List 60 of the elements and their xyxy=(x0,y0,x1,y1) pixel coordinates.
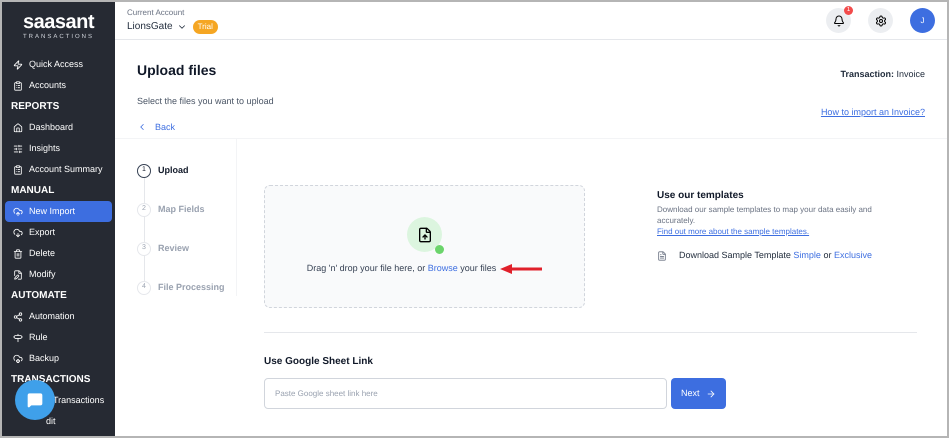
sidebar-item[interactable]: Transactions xyxy=(5,390,112,411)
next-button[interactable]: Next xyxy=(671,378,726,409)
cloud-upload-icon xyxy=(13,206,23,216)
account-selector[interactable]: LionsGate xyxy=(127,19,187,34)
sidebar-item[interactable]: Export xyxy=(5,222,112,243)
download-template-text: Download Sample Template Simple or Exclusive xyxy=(679,249,872,262)
sidebar-item[interactable]: Rule xyxy=(5,327,112,348)
plan-badge: Trial xyxy=(192,20,218,34)
file-upload-icon xyxy=(416,226,432,243)
file-edit-icon xyxy=(13,270,23,280)
sliders-icon xyxy=(13,144,23,154)
settings-icon xyxy=(874,14,886,26)
sidebar-item[interactable]: Modify xyxy=(5,264,112,285)
section-heading: REPORTS xyxy=(10,100,60,114)
signpost-icon xyxy=(13,332,23,342)
drop-zone[interactable]: Drag 'n' drop your file here, or Browse your files xyxy=(264,185,585,308)
settings-button[interactable] xyxy=(868,8,893,33)
cloud-icon xyxy=(13,354,23,364)
clipboard-icon xyxy=(13,80,23,90)
sidebar-item[interactable]: Quick Access xyxy=(5,54,112,75)
templates-link[interactable]: Find out more about the sample templates. xyxy=(657,226,907,237)
help-link[interactable]: How to import an Invoice? xyxy=(820,106,925,119)
arrow-drawing xyxy=(500,264,542,274)
document-icon xyxy=(657,250,667,261)
clipboard-icon xyxy=(13,164,23,174)
bell-icon xyxy=(832,14,844,26)
exclusive-template-link[interactable]: Exclusive xyxy=(834,250,872,260)
sidebar-item[interactable]: Delete xyxy=(5,243,112,264)
simple-template-link[interactable]: Simple xyxy=(793,250,821,260)
sidebar-item[interactable]: Accounts xyxy=(5,75,112,96)
sheet-link-field[interactable]: Paste Google sheet link here xyxy=(264,378,667,409)
cloud-download-icon xyxy=(13,228,23,238)
sidebar-item[interactable]: Automation xyxy=(5,306,112,327)
sidebar-item[interactable]: Account Summary xyxy=(5,159,112,180)
browse-link[interactable]: Browse xyxy=(428,263,458,274)
back-link[interactable]: Back xyxy=(137,120,274,134)
section-heading: TRANSACTIONS xyxy=(10,373,92,387)
section-heading: MANUAL xyxy=(10,184,56,198)
account-label: Current Account xyxy=(127,7,186,19)
page-subtitle: Select the files you want to upload xyxy=(137,95,274,108)
sidebar-item[interactable]: dit xyxy=(5,411,112,432)
home-icon xyxy=(13,122,23,132)
transaction-type: Transaction: Invoice xyxy=(840,68,925,81)
chat-icon xyxy=(27,392,43,408)
avatar[interactable]: J xyxy=(910,8,935,33)
templates-description: Download our sample templates to map your data easily and accurately. xyxy=(657,204,873,226)
arrow-right-icon xyxy=(706,388,716,398)
sidebar-item[interactable]: Insights xyxy=(5,138,112,159)
sidebar-item[interactable]: Backup xyxy=(5,348,112,369)
sidebar-item[interactable]: New Import xyxy=(5,201,112,222)
lightning-icon xyxy=(13,60,23,70)
drop-instructions: Drag 'n' drop your file here, or Browse your files xyxy=(306,262,496,276)
logo-name: saasant xyxy=(23,12,94,32)
sidebar-item[interactable]: Dashboard xyxy=(5,117,112,138)
trash-icon xyxy=(13,248,23,258)
google-sheet-title: Use Google Sheet Link xyxy=(264,355,374,369)
section-heading: AUTOMATE xyxy=(10,289,68,303)
share-icon xyxy=(13,312,23,322)
templates-title: Use our templates xyxy=(657,189,745,203)
page-title: Upload files xyxy=(137,61,218,80)
